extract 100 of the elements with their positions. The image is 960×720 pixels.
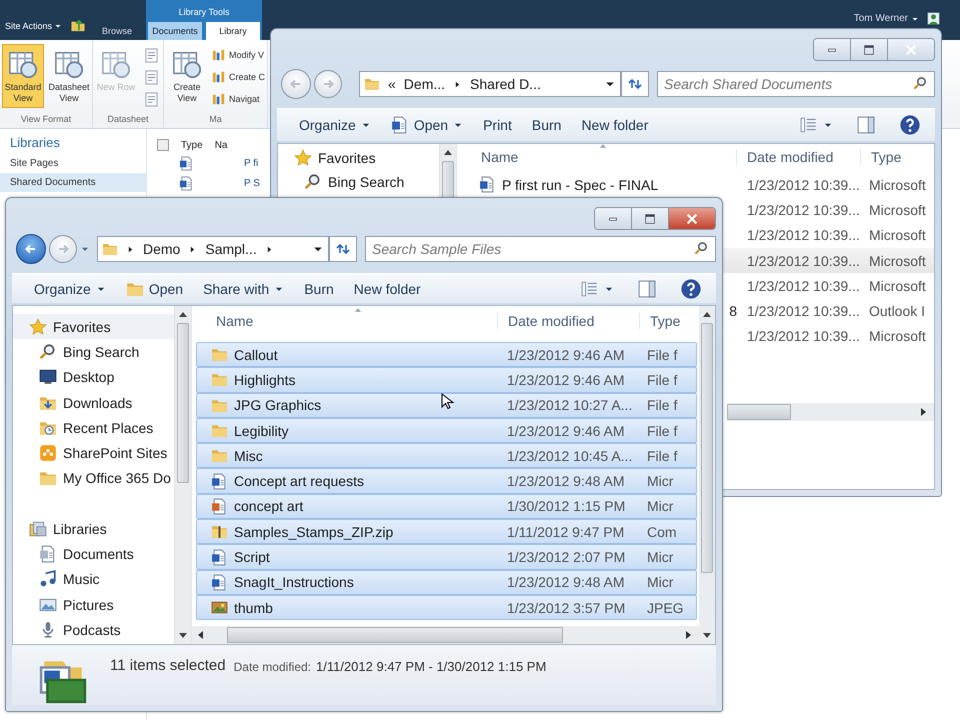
file-row[interactable]: Misc 1/23/2012 10:45 A... File f — [196, 443, 697, 468]
close-button[interactable] — [669, 208, 715, 229]
column-header[interactable]: Type — [640, 313, 699, 329]
horizontal-scrollbar[interactable] — [727, 403, 934, 422]
ribbon-button[interactable]: Standard View — [2, 44, 44, 108]
toolbar-button[interactable]: Open — [118, 276, 192, 302]
document-link[interactable]: P fi — [244, 158, 258, 168]
type-cell-text: Microsoft — [868, 252, 927, 269]
vertical-scrollbar[interactable] — [699, 306, 715, 644]
maximize-button[interactable] — [851, 39, 888, 60]
ribbon-button[interactable]: Datasheet View — [48, 44, 90, 108]
toolbar-button[interactable]: New folder — [573, 112, 656, 138]
nav-item[interactable]: Bing Search — [278, 170, 439, 194]
nav-link[interactable]: Shared Documents — [0, 173, 146, 192]
ribbon-tab[interactable]: Documents — [148, 22, 202, 40]
column-header[interactable]: Name — [192, 313, 498, 329]
date-cell-text: 1/23/2012 9:46 AM — [506, 422, 626, 439]
type-cell-text: File f — [646, 346, 678, 363]
nav-item[interactable]: Documents — [13, 541, 174, 567]
close-icon — [904, 42, 918, 56]
date-cell-text: 1/23/2012 10:27 A... — [506, 397, 634, 414]
file-row[interactable]: JPG Graphics 1/23/2012 10:27 A... File f — [196, 392, 697, 418]
breadcrumb[interactable]: Shared D... — [470, 76, 541, 92]
site-actions-menu[interactable]: Site Actions — [5, 21, 62, 31]
ribbon-tab[interactable]: Browse — [96, 22, 138, 40]
nav-item[interactable]: Favorites — [13, 314, 174, 340]
checkbox[interactable] — [157, 139, 169, 151]
back-button[interactable] — [16, 234, 46, 264]
document-icon — [179, 156, 194, 170]
document-icon — [390, 116, 409, 134]
nav-heading[interactable]: Libraries — [0, 135, 146, 154]
toolbar-button[interactable]: New folder — [346, 276, 429, 302]
nav-item[interactable]: Recent Places — [13, 415, 174, 440]
ribbon-button[interactable]: Navigat — [212, 88, 266, 110]
user-menu[interactable]: Tom Werner — [854, 13, 919, 24]
column-header[interactable]: Type — [181, 140, 203, 150]
help-icon — [899, 114, 921, 136]
document-icon — [179, 176, 194, 190]
ribbon-tab[interactable]: Library — [206, 22, 260, 40]
date-cell-text: 1/23/2012 10:39... — [746, 278, 861, 294]
breadcrumb[interactable]: « — [388, 76, 396, 92]
date-cell-text: 1/30/2012 1:15 PM — [506, 498, 626, 514]
date-cell-text: 1/23/2012 10:39... — [746, 252, 861, 269]
file-row[interactable]: SnagIt_Instructions 1/23/2012 9:48 AM Micr — [196, 570, 697, 595]
maximize-button[interactable] — [632, 208, 669, 229]
nav-item[interactable]: Bing Search — [13, 339, 174, 365]
nav-item[interactable]: Desktop — [13, 364, 174, 390]
toolbar-button[interactable]: Organize — [26, 276, 114, 302]
address-bar[interactable]: « Dem... Shared D... — [359, 71, 621, 97]
toolbar-button[interactable]: Print — [475, 112, 520, 138]
file-row[interactable]: Concept art requests 1/23/2012 9:48 AM Micr — [196, 468, 697, 494]
breadcrumb[interactable]: Dem... — [404, 76, 446, 92]
breadcrumb[interactable]: Demo — [143, 241, 180, 258]
file-row[interactable]: concept art 1/30/2012 1:15 PM Micr — [196, 494, 697, 520]
column-header[interactable]: Type — [861, 149, 934, 165]
toolbar-button[interactable]: Organize — [291, 112, 379, 138]
column-header[interactable]: Name — [457, 149, 737, 165]
vertical-scrollbar[interactable] — [174, 306, 191, 644]
column-header[interactable]: Date modified — [498, 313, 640, 329]
nav-item[interactable]: Music — [13, 566, 174, 592]
file-name: Script — [234, 549, 270, 566]
ribbon-button[interactable]: Create View — [166, 44, 208, 108]
breadcrumb[interactable]: Sampl... — [205, 241, 257, 258]
nav-item[interactable]: Downloads — [13, 390, 174, 416]
column-header[interactable]: Na — [214, 140, 228, 150]
table-view-icon — [172, 49, 202, 79]
type-cell-text: Microsoft — [868, 202, 927, 218]
refresh-button[interactable] — [329, 236, 357, 262]
preview-pane-icon — [638, 280, 656, 298]
type-cell-text: Micr — [646, 549, 674, 566]
nav-item[interactable]: SharePoint Sites — [13, 440, 174, 466]
nav-item[interactable]: Pictures — [13, 592, 174, 618]
search-field[interactable]: Search Sample Files — [365, 236, 716, 262]
address-bar[interactable]: Demo Sampl... — [97, 236, 329, 262]
date-cell-text: 1/23/2012 10:39... — [746, 202, 861, 218]
refresh-button[interactable] — [621, 71, 649, 97]
nav-item[interactable]: Favorites — [278, 146, 439, 170]
file-row[interactable]: thumb 1/23/2012 3:57 PM JPEG — [196, 594, 697, 620]
column-header[interactable]: Date modified — [737, 149, 861, 165]
horizontal-scrollbar[interactable] — [192, 626, 699, 644]
document-icon — [211, 548, 228, 566]
file-row[interactable]: Samples_Stamps_ZIP.zip 1/11/2012 9:47 PM Com — [196, 519, 697, 544]
nav-item[interactable]: Podcasts — [13, 617, 174, 643]
toolbar-button[interactable]: Share with — [195, 276, 292, 302]
file-row[interactable]: Callout 1/23/2012 9:46 AM File f — [196, 342, 697, 368]
toolbar-button[interactable]: Burn — [296, 276, 342, 302]
toolbar-button[interactable]: Open — [382, 112, 472, 138]
ribbon-button[interactable]: Modify V — [212, 44, 266, 66]
star-icon — [294, 149, 312, 167]
toolbar-button[interactable]: Burn — [524, 112, 570, 138]
file-row[interactable]: Script 1/23/2012 2:07 PM Micr — [196, 544, 697, 570]
file-name: SnagIt_Instructions — [234, 574, 354, 590]
file-row[interactable]: Highlights 1/23/2012 9:46 AM File f — [196, 367, 697, 393]
document-link[interactable]: P S — [244, 178, 260, 188]
nav-item[interactable]: My Office 365 Do — [13, 466, 174, 492]
nav-link[interactable]: Site Pages — [0, 154, 146, 173]
ribbon-button[interactable]: Create C — [212, 66, 266, 88]
search-field[interactable]: Search Shared Documents — [657, 71, 935, 97]
nav-item[interactable]: Libraries — [13, 516, 174, 542]
file-row[interactable]: Legibility 1/23/2012 9:46 AM File f — [196, 418, 697, 444]
